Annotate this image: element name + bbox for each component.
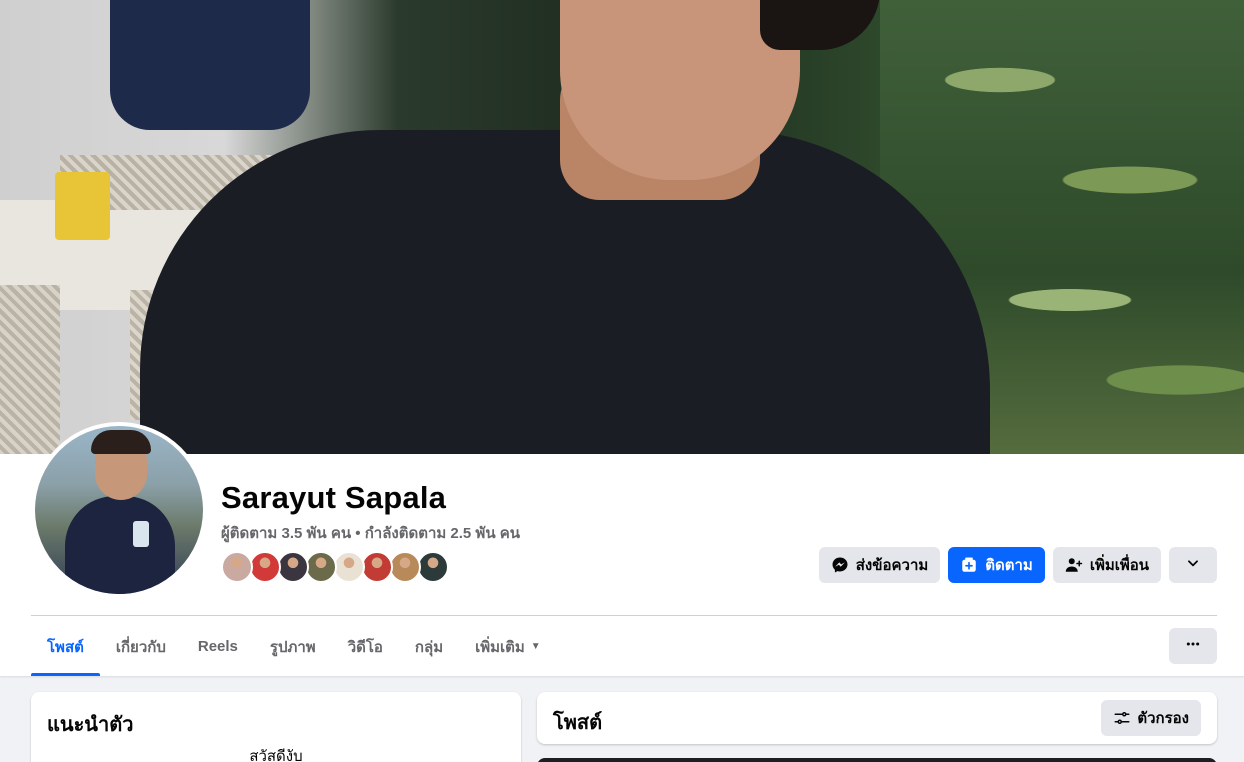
- avatar[interactable]: [31, 422, 207, 598]
- friend-avatar[interactable]: [389, 551, 421, 583]
- cover-person-hair: [760, 0, 880, 50]
- tab-5[interactable]: กลุ่ม: [399, 617, 459, 676]
- cover-background-person: [110, 0, 310, 130]
- avatar-body: [65, 496, 175, 594]
- profile-actions: ส่งข้อความ ติดตาม เพิ่มเพื่อน: [818, 547, 1217, 583]
- tab-2[interactable]: Reels: [182, 617, 254, 676]
- add-friend-button-label: เพิ่มเพื่อน: [1089, 557, 1149, 574]
- tab-3[interactable]: รูปภาพ: [254, 617, 332, 676]
- friend-avatar[interactable]: [249, 551, 281, 583]
- filter-button-label: ตัวกรอง: [1137, 710, 1189, 727]
- tab-label: กลุ่ม: [414, 638, 444, 656]
- messenger-icon: [831, 556, 849, 574]
- profile-tabs: โพสต์ เกี่ยวกับ Reels รูปภาพ วิดีโอ กลุ่ม เพิ่…: [31, 617, 557, 676]
- tab-label: โพสต์: [47, 638, 84, 656]
- avatar-photo: [35, 426, 203, 594]
- tab-label: วิดีโอ: [347, 638, 383, 656]
- intro-bio: สวัสดีงับ: [249, 748, 303, 762]
- friend-avatar[interactable]: [221, 551, 253, 583]
- friend-avatar[interactable]: [333, 551, 365, 583]
- intro-title: แนะนำตัว: [47, 714, 134, 736]
- profile-options-dropdown[interactable]: [1169, 547, 1217, 583]
- tab-label: Reels: [197, 638, 238, 655]
- tab-4[interactable]: วิดีโอ: [332, 617, 399, 676]
- friends-avatar-row: [221, 551, 449, 583]
- cover-chair: [0, 285, 60, 454]
- add-friend-icon: [1065, 556, 1083, 574]
- tab-label: เกี่ยวกับ: [115, 638, 166, 656]
- tab-1[interactable]: เกี่ยวกับ: [100, 617, 182, 676]
- avatar-hair: [91, 430, 151, 454]
- friend-avatar[interactable]: [305, 551, 337, 583]
- caret-down-icon: ▼: [530, 641, 541, 652]
- tab-0[interactable]: โพสต์: [31, 617, 100, 676]
- posts-title: โพสต์: [553, 712, 603, 734]
- more-options-button[interactable]: [1169, 628, 1217, 664]
- chevron-down-icon: [1186, 556, 1200, 574]
- follow-button-label: ติดตาม: [985, 557, 1033, 574]
- profile-follow-stats[interactable]: ผู้ติดตาม 3.5 พัน คน • กำลังติดตาม 2.5 พ…: [221, 521, 520, 545]
- friend-avatar[interactable]: [417, 551, 449, 583]
- intro-card: แนะนำตัว สวัสดีงับ: [31, 692, 521, 762]
- message-button-label: ส่งข้อความ: [855, 557, 929, 574]
- posts-header-card: โพสต์ ตัวกรอง: [537, 692, 1217, 744]
- tab-label: รูปภาพ: [269, 638, 316, 656]
- ellipsis-icon: [1185, 636, 1201, 657]
- avatar-cup: [133, 521, 149, 547]
- message-button[interactable]: ส่งข้อความ: [818, 547, 941, 583]
- friend-avatar[interactable]: [361, 551, 393, 583]
- tab-label: เพิ่มเติม: [475, 638, 525, 656]
- filter-icon: [1113, 709, 1131, 727]
- post-media-preview[interactable]: [537, 758, 1217, 762]
- follow-button[interactable]: ติดตาม: [948, 547, 1045, 583]
- cover-photo[interactable]: [0, 0, 1244, 454]
- add-friend-button[interactable]: เพิ่มเพื่อน: [1052, 547, 1161, 583]
- cover-cup: [55, 172, 110, 240]
- profile-name: Sarayut Sapala: [221, 480, 447, 515]
- filter-button[interactable]: ตัวกรอง: [1101, 700, 1201, 736]
- header-divider: [31, 615, 1217, 616]
- tab-6[interactable]: เพิ่มเติม ▼: [459, 617, 557, 676]
- follow-icon: [960, 556, 978, 574]
- friend-avatar[interactable]: [277, 551, 309, 583]
